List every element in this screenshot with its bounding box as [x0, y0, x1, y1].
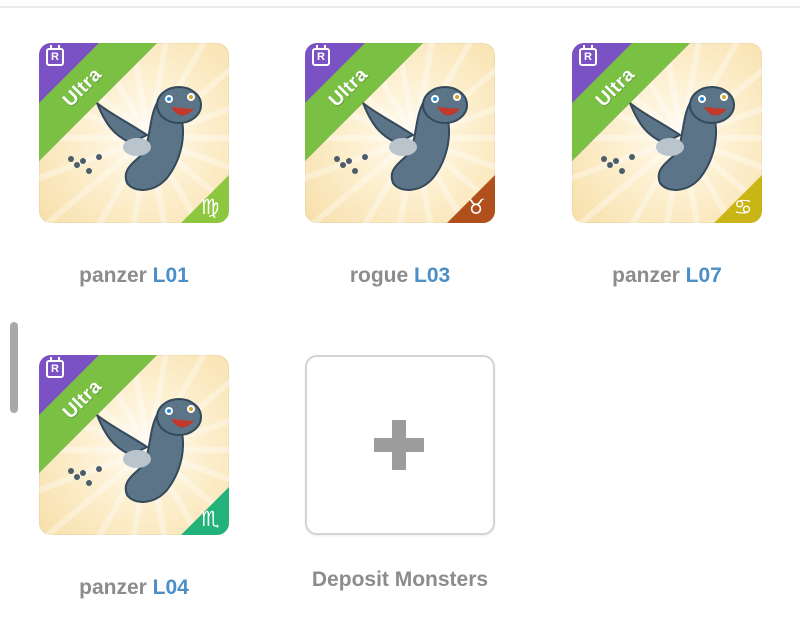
deposit-monsters-label: Deposit Monsters [311, 568, 489, 591]
monster-label: panzer L07 [572, 264, 762, 288]
monster-slot-3[interactable]: R Ultra ♋ panzer L07 [572, 43, 767, 287]
deposit-slot[interactable] [305, 355, 500, 575]
monster-level: L04 [152, 576, 189, 599]
monster-card[interactable]: R Ultra ♏ [39, 355, 229, 535]
monster-card[interactable]: R Ultra ♉ [305, 43, 495, 223]
calendar-icon: R [46, 357, 64, 378]
monster-name: panzer [612, 264, 680, 287]
monster-slot-1[interactable]: R Ultra ♍ panzer L01 [39, 43, 234, 287]
monster-level: L07 [685, 264, 722, 287]
scorpio-icon: ♏ [200, 508, 220, 531]
monster-label: rogue L03 [305, 264, 495, 288]
calendar-icon: R [46, 45, 64, 66]
monster-card[interactable]: R Ultra ♍ [39, 43, 229, 223]
monster-label: panzer L01 [39, 264, 229, 288]
top-divider [0, 6, 800, 8]
cancer-icon: ♋ [733, 196, 753, 219]
virgo-icon: ♍ [200, 196, 220, 219]
scrollbar-thumb[interactable] [10, 322, 18, 413]
monster-name: panzer [79, 264, 147, 287]
monster-level: L03 [414, 264, 451, 287]
deposit-monsters-button[interactable] [305, 355, 495, 535]
monster-name: rogue [349, 264, 409, 287]
calendar-icon: R [579, 45, 597, 66]
monster-slot-4[interactable]: R Ultra ♏ panzer L04 [39, 355, 234, 599]
taurus-icon: ♉ [466, 196, 486, 219]
monster-name: panzer [79, 576, 147, 599]
monster-card[interactable]: R Ultra ♋ [572, 43, 762, 223]
monster-level: L01 [152, 264, 189, 287]
calendar-icon: R [312, 45, 330, 66]
monster-label: panzer L04 [39, 576, 229, 600]
monster-slot-2[interactable]: R Ultra ♉ rogue L03 [305, 43, 500, 287]
